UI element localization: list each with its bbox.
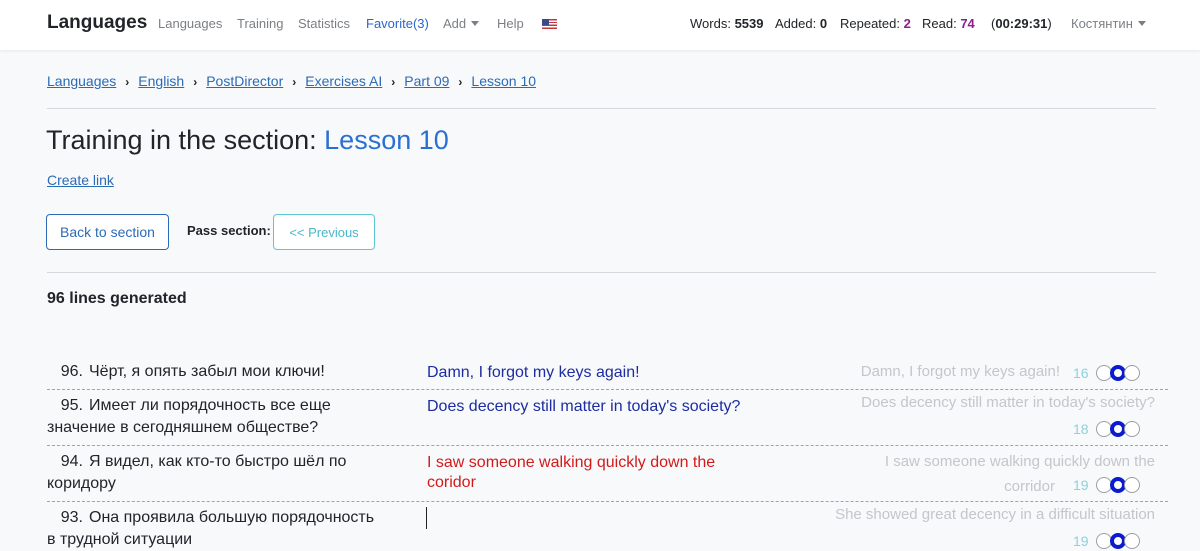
nav-training[interactable]: Training xyxy=(237,16,283,31)
toggle-option-icon[interactable] xyxy=(1124,421,1140,437)
row-divider xyxy=(47,389,1168,390)
russian-phrase: Чёрт, я опять забыл мои ключи! xyxy=(89,363,325,380)
row-number: 96. xyxy=(60,363,83,380)
divider xyxy=(47,108,1156,109)
chevron-down-icon xyxy=(471,21,480,26)
previous-button[interactable]: << Previous xyxy=(273,214,375,250)
chevron-right-icon: › xyxy=(292,75,297,89)
mode-toggle[interactable] xyxy=(1096,365,1142,381)
answer-field[interactable]: I saw someone walking quickly down the c… xyxy=(427,453,767,493)
row-divider xyxy=(47,445,1168,446)
breadcrumb-postdirector[interactable]: PostDirector xyxy=(206,73,283,89)
russian-phrase: Она проявила большую порядочность в труд… xyxy=(47,509,375,548)
row-number: 95. xyxy=(60,397,83,414)
stat-repeated-value: 2 xyxy=(903,16,911,31)
stat-words-value: 5539 xyxy=(734,16,764,31)
user-menu[interactable]: Костянтин xyxy=(1071,16,1146,31)
nav-help[interactable]: Help xyxy=(497,16,524,31)
list-item-question: 93. Она проявила большую порядочность в т… xyxy=(47,507,387,551)
stat-repeated-label: Repeated: xyxy=(840,16,900,31)
toggle-option-icon[interactable] xyxy=(1124,477,1140,493)
stat-read-value: 74 xyxy=(960,16,975,31)
stat-added-value: 0 xyxy=(819,16,828,31)
chevron-right-icon: › xyxy=(458,75,463,89)
toggle-option-icon[interactable] xyxy=(1124,533,1140,549)
translation-hint: Does decency still matter in today's soc… xyxy=(861,394,1155,411)
list-item-question: 96. Чёрт, я опять забыл мои ключи! xyxy=(47,361,387,383)
mode-toggle[interactable] xyxy=(1096,533,1142,549)
user-name: Костянтин xyxy=(1071,16,1133,31)
row-number: 93. xyxy=(60,509,83,526)
us-flag-icon[interactable] xyxy=(542,19,557,29)
timer-value: 00:29:31 xyxy=(995,16,1048,31)
stat-read: Read: 74 xyxy=(922,16,975,31)
breadcrumb-exercises-ai[interactable]: Exercises AI xyxy=(305,73,382,89)
toggle-option-icon[interactable] xyxy=(1124,365,1140,381)
russian-phrase: Я видел, как кто-то быстро шёл по коридо… xyxy=(47,453,347,492)
repeat-count: 19 xyxy=(1073,533,1089,549)
chevron-right-icon: › xyxy=(125,75,130,89)
nav-add-label: Add xyxy=(443,16,467,31)
divider xyxy=(47,272,1156,273)
lines-generated-count: 96 lines generated xyxy=(47,290,187,307)
create-link[interactable]: Create link xyxy=(47,172,114,188)
repeat-count: 16 xyxy=(1073,365,1089,381)
breadcrumb-part[interactable]: Part 09 xyxy=(404,73,449,89)
breadcrumb: Languages › English › PostDirector › Exercises… xyxy=(47,73,536,89)
row-number: 94. xyxy=(60,453,83,470)
breadcrumb-lesson[interactable]: Lesson 10 xyxy=(471,73,536,89)
stat-added-label: Added: xyxy=(775,16,817,31)
mode-toggle[interactable] xyxy=(1096,421,1142,437)
back-to-section-button[interactable]: Back to section xyxy=(46,214,169,250)
pass-section-label: Pass section: xyxy=(187,223,271,238)
breadcrumb-english[interactable]: English xyxy=(138,73,184,89)
row-divider xyxy=(47,501,1168,502)
chevron-down-icon xyxy=(1137,21,1146,26)
nav-add-dropdown[interactable]: Add xyxy=(443,16,480,31)
breadcrumb-languages[interactable]: Languages xyxy=(47,73,116,89)
repeat-count: 18 xyxy=(1073,421,1089,437)
stat-repeated: Repeated: 2 xyxy=(840,16,911,31)
russian-phrase: Имеет ли порядочность все еще значение в… xyxy=(47,397,331,436)
session-timer: (00:29:31) xyxy=(991,16,1052,31)
stat-words-label: Words: xyxy=(690,16,731,31)
nav-languages[interactable]: Languages xyxy=(158,16,222,31)
translation-hint: Damn, I forgot my keys again! xyxy=(860,363,1060,380)
stat-read-label: Read: xyxy=(922,16,957,31)
translation-hint: She showed great decency in a difficult … xyxy=(835,506,1155,523)
stat-words: Words: 5539 xyxy=(690,16,763,31)
mode-toggle[interactable] xyxy=(1096,477,1142,493)
brand-logo[interactable]: Languages xyxy=(47,12,147,34)
page-title-section: Lesson 10 xyxy=(324,125,449,155)
chevron-right-icon: › xyxy=(391,75,396,89)
stat-added: Added: 0 xyxy=(775,16,827,31)
text-cursor xyxy=(426,507,427,529)
top-navbar: Languages Languages Training Statistics … xyxy=(0,0,1200,50)
page-title: Training in the section: Lesson 10 xyxy=(46,125,449,156)
chevron-right-icon: › xyxy=(193,75,198,89)
nav-statistics[interactable]: Statistics xyxy=(298,16,350,31)
repeat-count: 19 xyxy=(1073,477,1089,493)
list-item-question: 95. Имеет ли порядочность все еще значени… xyxy=(47,395,387,439)
nav-favorite[interactable]: Favorite(3) xyxy=(366,16,429,31)
list-item-question: 94. Я видел, как кто-то быстро шёл по кор… xyxy=(47,451,387,495)
page-title-prefix: Training in the section: xyxy=(46,125,325,155)
answer-field[interactable]: Damn, I forgot my keys again! xyxy=(427,363,767,383)
answer-field[interactable]: Does decency still matter in today's soc… xyxy=(427,397,767,417)
